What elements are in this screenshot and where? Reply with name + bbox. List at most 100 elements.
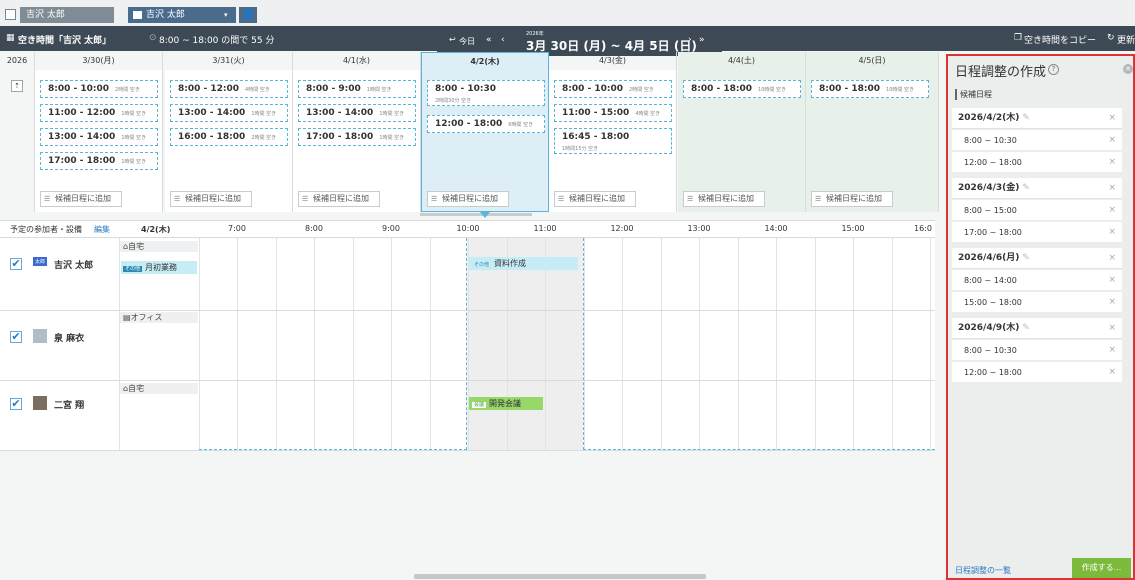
candidate-time[interactable]: 15:00 ~ 18:00 ×	[952, 292, 1122, 313]
candidate-time[interactable]: 17:00 ~ 18:00 ×	[952, 222, 1122, 243]
add-user-button[interactable]: 👤	[239, 7, 257, 23]
collapse-icon[interactable]: ⇡	[11, 80, 23, 92]
day-header[interactable]: 4/2(木)	[421, 52, 549, 70]
free-slot[interactable]: 12:00 - 18:00 6時間 空き	[427, 115, 545, 133]
add-candidate-button[interactable]: 候補日程に追加	[427, 191, 509, 207]
next-day-button[interactable]: ›	[688, 35, 692, 45]
remove-time-icon[interactable]: ×	[1108, 362, 1116, 383]
event-block[interactable]: その他 資料作成	[469, 257, 578, 270]
free-slot[interactable]: 8:00 - 10:00 2時間 空き	[554, 80, 672, 98]
candidate-time[interactable]: 12:00 ~ 18:00 ×	[952, 152, 1122, 173]
hour-label: 9:00	[382, 224, 400, 233]
avatar	[33, 329, 47, 343]
participant-checkbox[interactable]: ✔	[10, 258, 22, 270]
header-title: 空き時間「吉沢 太郎」	[18, 36, 112, 46]
calendar-user-tab-label: 吉沢 太郎	[146, 10, 185, 20]
free-slot[interactable]: 16:00 - 18:00 2時間 空き	[170, 128, 288, 146]
add-candidate-button[interactable]: 候補日程に追加	[554, 191, 636, 207]
schedule-list-link[interactable]: 日程調整の一覧	[955, 565, 1011, 576]
remove-date-icon[interactable]: ×	[1108, 108, 1116, 129]
free-slot[interactable]: 8:00 - 9:00 1時間 空き	[298, 80, 416, 98]
edit-participants-link[interactable]: 編集	[94, 224, 110, 235]
remove-time-icon[interactable]: ×	[1108, 340, 1116, 361]
free-slot[interactable]: 17:00 - 18:00 1時間 空き	[40, 152, 158, 170]
create-button[interactable]: 作成する...	[1072, 558, 1131, 578]
schedule-create-panel: 日程調整の作成 ? ✕ 候補日程 2026/4/2(木) ✎ × 8:00 ~ 10…	[946, 54, 1135, 580]
free-slot[interactable]: 11:00 - 12:00 1時間 空き	[40, 104, 158, 122]
next-week-button[interactable]: »	[699, 35, 705, 45]
today-button[interactable]: 今日	[459, 36, 475, 47]
help-icon[interactable]: ?	[1048, 64, 1059, 75]
day-header[interactable]: 3/30(月)	[35, 52, 163, 70]
copy-icon: ❐	[1014, 33, 1023, 43]
resize-handle[interactable]	[420, 213, 532, 216]
candidate-time[interactable]: 8:00 ~ 14:00 ×	[952, 270, 1122, 291]
top-tab-bar: 吉沢 太郎 吉沢 太郎 ▾ 👤	[0, 0, 1135, 26]
candidate-date: 2026/4/6(月) ✎ ×	[952, 248, 1122, 269]
free-slot[interactable]: 8:00 - 12:00 4時間 空き	[170, 80, 288, 98]
slot-time: 16:45 - 18:00	[562, 132, 630, 142]
participants-label: 予定の参加者・設備	[10, 225, 82, 234]
free-slot[interactable]: 8:00 - 18:00 10時間 空き	[683, 80, 801, 98]
hour-label: 15:00	[841, 224, 865, 233]
free-slot[interactable]: 17:00 - 18:00 1時間 空き	[298, 128, 416, 146]
remove-time-icon[interactable]: ×	[1108, 152, 1116, 173]
free-slot[interactable]: 8:00 - 10:30 2時間30分 空き	[427, 80, 545, 106]
candidate-date-label: 2026/4/2(木)	[958, 113, 1020, 123]
remove-date-icon[interactable]: ×	[1108, 248, 1116, 269]
participant-checkbox[interactable]: ✔	[10, 331, 22, 343]
calendar-user-tab[interactable]: 吉沢 太郎 ▾	[128, 7, 236, 23]
free-slot[interactable]: 8:00 - 10:00 2時間 空き	[40, 80, 158, 98]
add-candidate-button[interactable]: 候補日程に追加	[170, 191, 252, 207]
prev-week-button[interactable]: «	[486, 35, 492, 45]
event-block[interactable]: 会議 開発会議	[469, 397, 543, 410]
remove-time-icon[interactable]: ×	[1108, 292, 1116, 313]
remove-time-icon[interactable]: ×	[1108, 222, 1116, 243]
remove-time-icon[interactable]: ×	[1108, 270, 1116, 291]
remove-date-icon[interactable]: ×	[1108, 178, 1116, 199]
add-candidate-button[interactable]: 候補日程に追加	[683, 191, 765, 207]
slot-duration: 1時間 空き	[251, 111, 277, 117]
candidate-time[interactable]: 8:00 ~ 10:30 ×	[952, 340, 1122, 361]
candidate-time[interactable]: 8:00 ~ 15:00 ×	[952, 200, 1122, 221]
remove-date-icon[interactable]: ×	[1108, 318, 1116, 339]
slot-duration: 1時間 空き	[121, 135, 147, 141]
sidebar-toggle-icon[interactable]	[5, 9, 16, 20]
event-block[interactable]: その他 月初業務	[121, 261, 197, 274]
pencil-icon[interactable]: ✎	[1019, 113, 1030, 123]
hour-label: 13:00	[687, 224, 711, 233]
participant-checkbox[interactable]: ✔	[10, 398, 22, 410]
horizontal-scrollbar[interactable]	[414, 574, 706, 579]
close-icon[interactable]: ✕	[1123, 64, 1133, 74]
day-header[interactable]: 3/31(火)	[165, 52, 293, 70]
day-header[interactable]: 4/3(金)	[549, 52, 677, 70]
candidate-time[interactable]: 12:00 ~ 18:00 ×	[952, 362, 1122, 383]
prev-day-button[interactable]: ‹	[501, 35, 505, 45]
day-header[interactable]: 4/1(水)	[293, 52, 421, 70]
add-candidate-button[interactable]: 候補日程に追加	[811, 191, 893, 207]
free-slot[interactable]: 13:00 - 14:00 1時間 空き	[298, 104, 416, 122]
copy-free-time-button[interactable]: 空き時間をコピー	[1024, 33, 1096, 46]
day-column: 8:00 - 9:00 1時間 空き 13:00 - 14:00 1時間 空き 17:0…	[293, 70, 421, 212]
refresh-icon: ↻	[1107, 33, 1115, 43]
remove-time-icon[interactable]: ×	[1108, 130, 1116, 151]
pencil-icon[interactable]: ✎	[1019, 323, 1030, 333]
remove-time-icon[interactable]: ×	[1108, 200, 1116, 221]
add-candidate-button[interactable]: 候補日程に追加	[40, 191, 122, 207]
day-header[interactable]: 4/4(土)	[678, 52, 806, 70]
free-slot[interactable]: 13:00 - 14:00 1時間 空き	[170, 104, 288, 122]
day-header[interactable]: 4/5(日)	[806, 52, 939, 70]
hour-label: 11:00	[533, 224, 557, 233]
candidate-time[interactable]: 8:00 ~ 10:30 ×	[952, 130, 1122, 151]
slot-time: 8:00 - 9:00	[306, 84, 361, 94]
add-candidate-button[interactable]: 候補日程に追加	[298, 191, 380, 207]
refresh-button[interactable]: 更新	[1117, 33, 1135, 46]
free-slot[interactable]: 16:45 - 18:00 1時間15分 空き	[554, 128, 672, 154]
free-slot[interactable]: 8:00 - 18:00 10時間 空き	[811, 80, 929, 98]
candidate-time-label: 12:00 ~ 18:00	[964, 158, 1022, 167]
pencil-icon[interactable]: ✎	[1019, 183, 1030, 193]
free-slot[interactable]: 11:00 - 15:00 4時間 空き	[554, 104, 672, 122]
pencil-icon[interactable]: ✎	[1019, 253, 1030, 263]
free-slot[interactable]: 13:00 - 14:00 1時間 空き	[40, 128, 158, 146]
user-tab[interactable]: 吉沢 太郎	[20, 7, 114, 23]
